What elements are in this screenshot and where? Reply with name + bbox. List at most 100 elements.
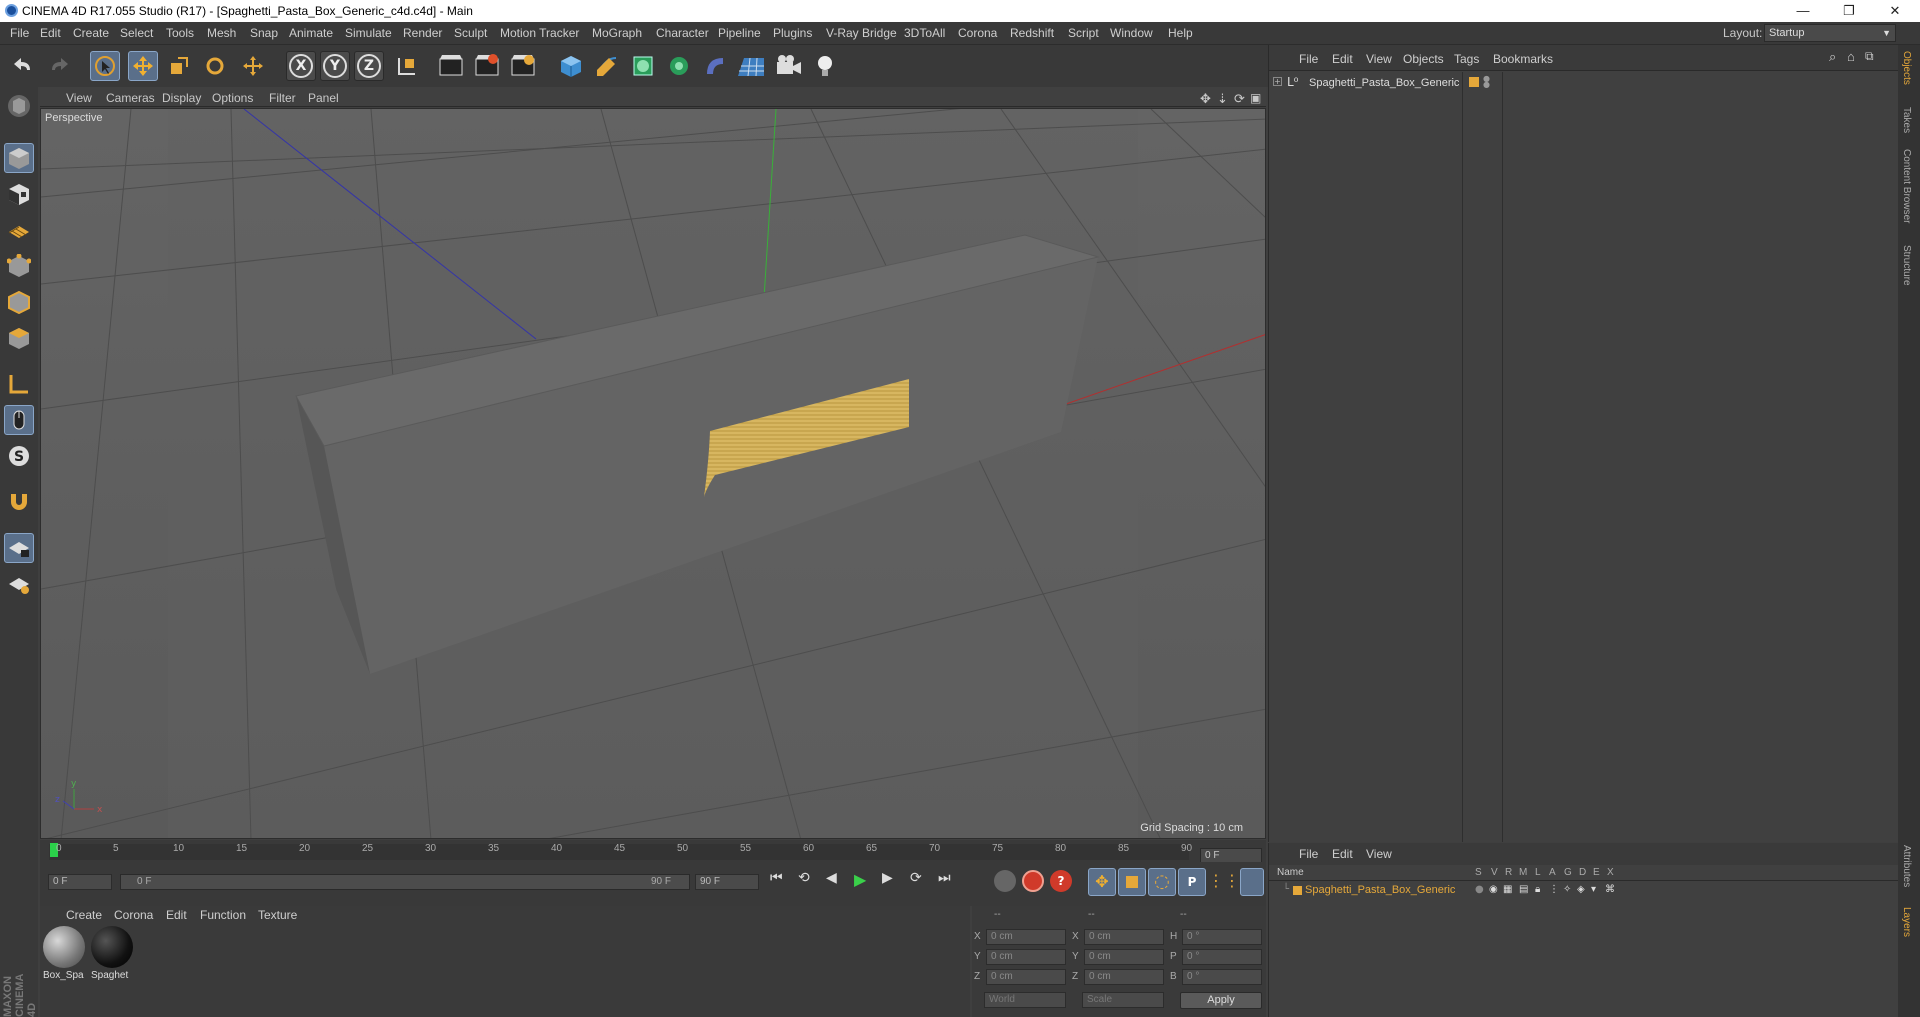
mat-menu-function[interactable]: Function [200,908,246,922]
tab-content-browser[interactable]: Content Browser [1901,149,1912,223]
timeline-window-icon[interactable] [1240,868,1264,896]
menu-simulate[interactable]: Simulate [345,26,392,40]
viewport-zoom-icon[interactable]: ⇣ [1217,91,1228,107]
rotation-b-field[interactable]: 0 ° [1182,969,1262,985]
position-y-field[interactable]: 0 cm [986,949,1066,965]
size-z-field[interactable]: 0 cm [1084,969,1164,985]
go-to-start-icon[interactable]: ⏮ [770,870,790,890]
rotate-tool-icon[interactable] [200,51,230,81]
subdivision-surface-icon[interactable] [628,51,658,81]
mat-menu-corona[interactable]: Corona [114,908,153,922]
timeline-ruler[interactable]: 0 F 0 5 10 15 20 25 30 35 40 45 50 55 60… [40,840,1266,864]
lock-toggle-icon[interactable]: 🔒︎ [1535,884,1540,895]
size-y-field[interactable]: 0 cm [1084,949,1164,965]
model-mode-icon[interactable] [4,143,34,173]
menu-mesh[interactable]: Mesh [207,26,236,40]
render-to-picture-viewer-icon[interactable] [472,51,502,81]
move-tool-icon[interactable] [128,51,158,81]
menu-help[interactable]: Help [1168,26,1193,40]
material-swatch[interactable]: Spaghet [91,926,137,988]
layer-row[interactable]: └ Spaghetti_Pasta_Box_Generic ● ◉ ▦ ▤ 🔒︎… [1269,883,1898,899]
cube-primitive-icon[interactable] [556,51,586,81]
menu-animate[interactable]: Animate [289,26,333,40]
layout-dropdown[interactable]: Startup ▼ [1764,24,1896,42]
lm-menu-edit[interactable]: Edit [1332,847,1353,861]
object-row[interactable]: + L⁰ Spaghetti_Pasta_Box_Generic ● ● [1273,75,1893,93]
vp-menu-filter[interactable]: Filter [269,91,296,105]
workplane-lock-icon[interactable] [4,533,34,563]
key-parameter-icon[interactable]: P [1178,868,1206,896]
range-slider[interactable]: 0 F 90 F [120,874,690,890]
polygons-mode-icon[interactable] [4,323,34,353]
visible-toggle-icon[interactable]: ◉ [1489,884,1498,895]
om-menu-edit[interactable]: Edit [1332,52,1353,66]
mat-menu-create[interactable]: Create [66,908,102,922]
points-mode-icon[interactable] [4,251,34,281]
vp-menu-options[interactable]: Options [212,91,253,105]
workplane-mode-icon[interactable] [4,215,34,245]
position-z-field[interactable]: 0 cm [986,969,1066,985]
search-icon[interactable]: ⌕ [1829,49,1836,65]
lm-menu-view[interactable]: View [1366,847,1392,861]
previous-frame-icon[interactable]: ◀ [826,870,846,890]
expression-toggle-icon[interactable]: ▾ [1591,884,1596,895]
generator-toggle-icon[interactable]: ✧ [1563,884,1571,895]
record-active-icon[interactable] [1022,870,1044,892]
menu-vray-bridge[interactable]: V-Ray Bridge [826,26,897,40]
menu-pipeline[interactable]: Pipeline [718,26,761,40]
tab-attributes[interactable]: Attributes [1901,845,1912,887]
expand-icon[interactable]: + [1273,77,1282,86]
key-pla-icon[interactable]: ⋮⋮ [1208,868,1240,896]
menu-snap[interactable]: Snap [250,26,278,40]
menu-script[interactable]: Script [1068,26,1099,40]
om-menu-objects[interactable]: Objects [1403,52,1444,66]
om-menu-file[interactable]: File [1299,52,1318,66]
vp-menu-panel[interactable]: Panel [308,91,339,105]
rotation-h-field[interactable]: 0 ° [1182,929,1262,945]
position-x-field[interactable]: 0 cm [986,929,1066,945]
menu-motion-tracker[interactable]: Motion Tracker [500,26,579,40]
menu-render[interactable]: Render [403,26,442,40]
y-axis-lock-button[interactable]: Y [320,51,350,81]
coordinate-system-icon[interactable] [392,51,422,81]
deformer-toggle-icon[interactable]: ◈ [1577,884,1585,895]
manager-toggle-icon[interactable]: ▤ [1519,884,1528,895]
vp-menu-cameras[interactable]: Cameras [106,91,155,105]
om-menu-bookmarks[interactable]: Bookmarks [1493,52,1553,66]
undo-icon[interactable] [8,51,38,81]
render-toggle-icon[interactable]: ▦ [1503,884,1512,895]
texture-mode-icon[interactable] [4,179,34,209]
redo-icon[interactable] [44,51,74,81]
close-button[interactable]: ✕ [1872,0,1918,22]
menu-sculpt[interactable]: Sculpt [454,26,487,40]
om-menu-tags[interactable]: Tags [1454,52,1479,66]
deformer-icon[interactable] [700,51,730,81]
size-mode-dropdown[interactable]: Scale [1082,992,1164,1008]
maximize-button[interactable]: ❐ [1826,0,1872,22]
start-frame-field[interactable]: 0 F [48,874,112,890]
vp-menu-view[interactable]: View [66,91,92,105]
light-icon[interactable] [810,51,840,81]
menu-create[interactable]: Create [73,26,109,40]
viewport-toggle-icon[interactable]: ▣ [1250,91,1261,105]
record-keys-disabled-icon[interactable] [994,870,1016,892]
tab-structure[interactable]: Structure [1901,245,1912,286]
key-rotation-icon[interactable]: ◌ [1148,868,1176,896]
key-scale-icon[interactable] [1118,868,1146,896]
play-icon[interactable]: ▶ [854,870,874,890]
size-x-field[interactable]: 0 cm [1084,929,1164,945]
menu-edit[interactable]: Edit [40,26,61,40]
solo-mode-icon[interactable]: S [4,441,34,471]
next-key-icon[interactable]: ⟳ [910,870,930,890]
menu-3dtoall[interactable]: 3DToAll [904,26,945,40]
perspective-viewport[interactable]: x y z Perspective Grid Spacing : 10 cm [40,108,1266,839]
z-axis-lock-button[interactable]: Z [354,51,384,81]
camera-icon[interactable] [774,51,804,81]
go-to-end-icon[interactable]: ⏭ [938,870,958,890]
rotation-p-field[interactable]: 0 ° [1182,949,1262,965]
menu-tools[interactable]: Tools [166,26,194,40]
lm-menu-file[interactable]: File [1299,847,1318,861]
viewport-rotate-icon[interactable]: ⟳ [1234,91,1245,107]
solo-toggle-icon[interactable]: ● [1475,884,1484,895]
cloner-icon[interactable] [664,51,694,81]
